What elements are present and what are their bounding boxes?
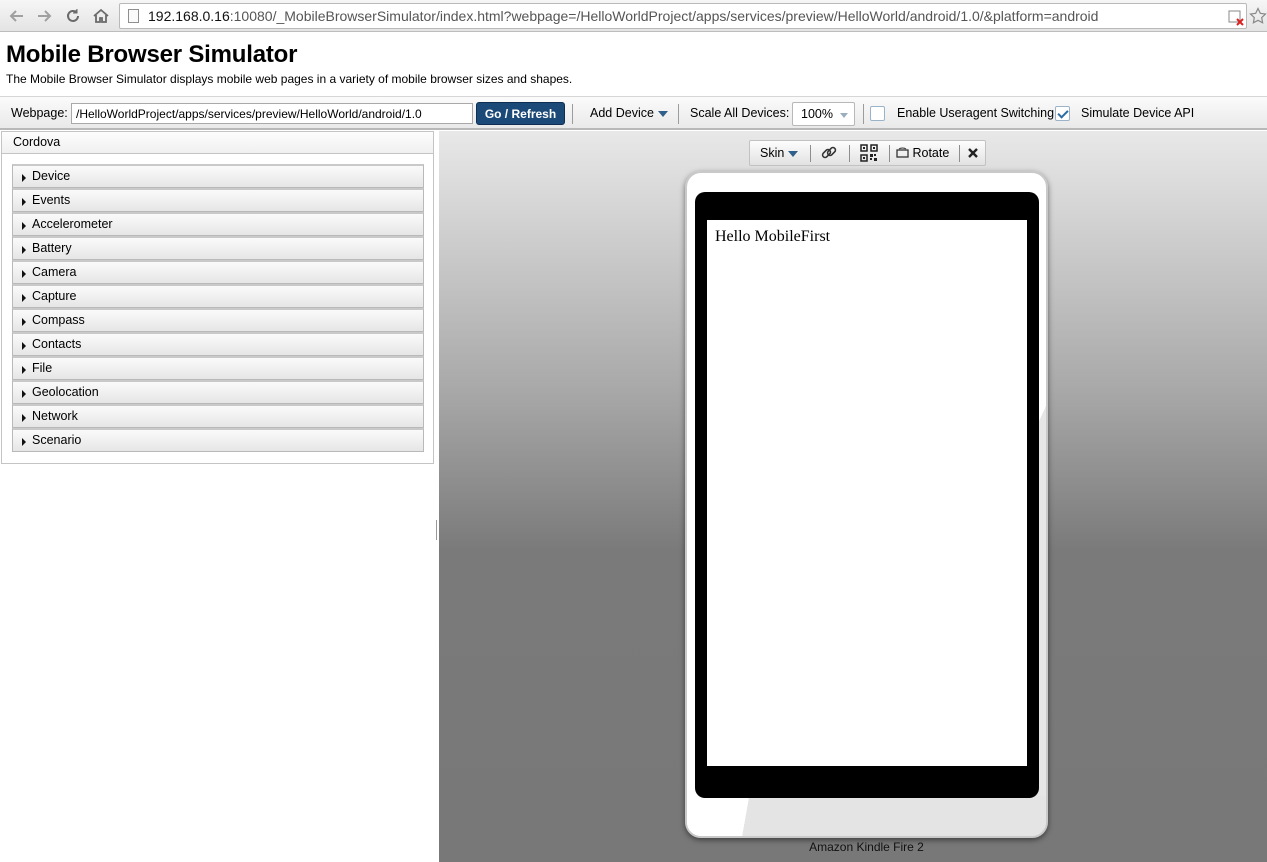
expand-triangle-icon — [22, 318, 26, 326]
simulator-area: Skin Rotate Hello MobileFirst Amazon Kin… — [439, 131, 1267, 862]
expand-triangle-icon — [22, 414, 26, 422]
url-text[interactable]: 192.168.0.16:10080/_MobileBrowserSimulat… — [148, 8, 1098, 24]
expand-triangle-icon — [22, 342, 26, 350]
accordion-item-compass[interactable]: Compass — [12, 308, 424, 332]
page-icon — [128, 9, 139, 23]
expand-triangle-icon — [22, 246, 26, 254]
accordion-list: Device Events Accelerometer Battery Camera Ca… — [12, 164, 424, 452]
accordion-item-device[interactable]: Device — [12, 164, 424, 188]
accordion-item-label: Camera — [32, 265, 77, 279]
webpage-label: Webpage: — [11, 106, 68, 120]
toolbar-divider — [849, 145, 850, 162]
accordion-item-camera[interactable]: Camera — [12, 260, 424, 284]
address-bar[interactable]: 192.168.0.16:10080/_MobileBrowserSimulat… — [119, 3, 1247, 29]
qr-code-icon[interactable] — [860, 144, 878, 165]
rotate-icon — [896, 147, 909, 158]
accordion-item-label: Events — [32, 193, 71, 207]
toolbar-divider — [572, 104, 573, 124]
star-icon[interactable] — [1249, 7, 1267, 25]
reload-icon[interactable] — [62, 5, 84, 27]
screen-text: Hello MobileFirst — [715, 228, 831, 245]
dropdown-arrow-icon — [788, 150, 799, 157]
accordion-item-label: Device — [32, 169, 71, 183]
page-subtitle: The Mobile Browser Simulator displays mo… — [6, 72, 573, 86]
expand-triangle-icon — [22, 174, 26, 182]
accordion-item-accelerometer[interactable]: Accelerometer — [12, 212, 424, 236]
device-toolbar: Skin Rotate — [749, 140, 986, 166]
page-title: Mobile Browser Simulator — [6, 41, 298, 68]
accordion-item-scenario[interactable]: Scenario — [12, 428, 424, 452]
accordion-item-label: Battery — [32, 241, 72, 255]
back-arrow-icon[interactable] — [6, 5, 28, 27]
accordion-item-label: Capture — [32, 289, 77, 303]
expand-triangle-icon — [22, 222, 26, 230]
expand-triangle-icon — [22, 366, 26, 374]
blocked-popup-icon[interactable] — [1227, 9, 1245, 27]
simulator-toolbar: Webpage: Go / Refresh Add Device Scale A… — [0, 96, 1267, 130]
go-refresh-button[interactable]: Go / Refresh — [476, 102, 565, 125]
close-icon[interactable] — [967, 147, 979, 162]
scale-select[interactable]: 100% — [792, 102, 855, 126]
toolbar-divider — [678, 104, 679, 124]
accordion-item-network[interactable]: Network — [12, 404, 424, 428]
cordova-panel: Cordova Device Events Accelerometer Battery… — [1, 131, 434, 464]
add-device-dropdown[interactable]: Add Device — [590, 106, 668, 120]
simulate-api-checkbox[interactable] — [1055, 106, 1070, 121]
rotate-button[interactable]: Rotate — [896, 146, 949, 160]
accordion-item-geolocation[interactable]: Geolocation — [12, 380, 424, 404]
add-device-label: Add Device — [590, 106, 654, 120]
splitter-handle[interactable] — [436, 520, 437, 540]
expand-triangle-icon — [22, 198, 26, 206]
toolbar-divider — [810, 145, 811, 162]
select-arrow-icon — [840, 113, 848, 118]
accordion-item-contacts[interactable]: Contacts — [12, 332, 424, 356]
useragent-checkbox[interactable] — [870, 106, 885, 121]
expand-triangle-icon — [22, 294, 26, 302]
expand-triangle-icon — [22, 438, 26, 446]
accordion-item-events[interactable]: Events — [12, 188, 424, 212]
device-frame: Hello MobileFirst — [685, 171, 1048, 838]
webpage-input[interactable] — [71, 103, 473, 124]
skin-label: Skin — [760, 146, 785, 160]
home-icon[interactable] — [90, 5, 112, 27]
accordion-item-label: Compass — [32, 313, 85, 327]
expand-triangle-icon — [22, 390, 26, 398]
device-name-label: Amazon Kindle Fire 2 — [809, 840, 924, 854]
toolbar-divider — [959, 145, 960, 162]
forward-arrow-icon[interactable] — [33, 5, 55, 27]
expand-triangle-icon — [22, 270, 26, 278]
accordion-item-label: Scenario — [32, 433, 82, 447]
dropdown-arrow-icon — [657, 110, 668, 117]
accordion-item-label: Geolocation — [32, 385, 99, 399]
scale-value: 100% — [801, 107, 833, 121]
accordion-item-label: File — [32, 361, 53, 375]
toolbar-divider — [889, 145, 890, 162]
accordion-item-file[interactable]: File — [12, 356, 424, 380]
panel-title: Cordova — [2, 132, 433, 154]
accordion-item-battery[interactable]: Battery — [12, 236, 424, 260]
device-bezel: Hello MobileFirst — [695, 192, 1039, 798]
device-shine — [687, 796, 1046, 836]
scale-label: Scale All Devices: — [690, 106, 790, 120]
accordion-item-label: Accelerometer — [32, 217, 113, 231]
accordion-item-label: Network — [32, 409, 78, 423]
rotate-label: Rotate — [912, 146, 950, 160]
useragent-label: Enable Useragent Switching — [897, 106, 1055, 120]
toolbar-divider — [863, 104, 864, 124]
device-screen[interactable]: Hello MobileFirst — [707, 220, 1027, 766]
accordion-item-capture[interactable]: Capture — [12, 284, 424, 308]
skin-dropdown[interactable]: Skin — [760, 146, 799, 160]
link-icon[interactable] — [820, 144, 838, 165]
accordion-item-label: Contacts — [32, 337, 82, 351]
browser-chrome: 192.168.0.16:10080/_MobileBrowserSimulat… — [0, 0, 1267, 32]
simulate-api-label: Simulate Device API — [1081, 106, 1195, 120]
